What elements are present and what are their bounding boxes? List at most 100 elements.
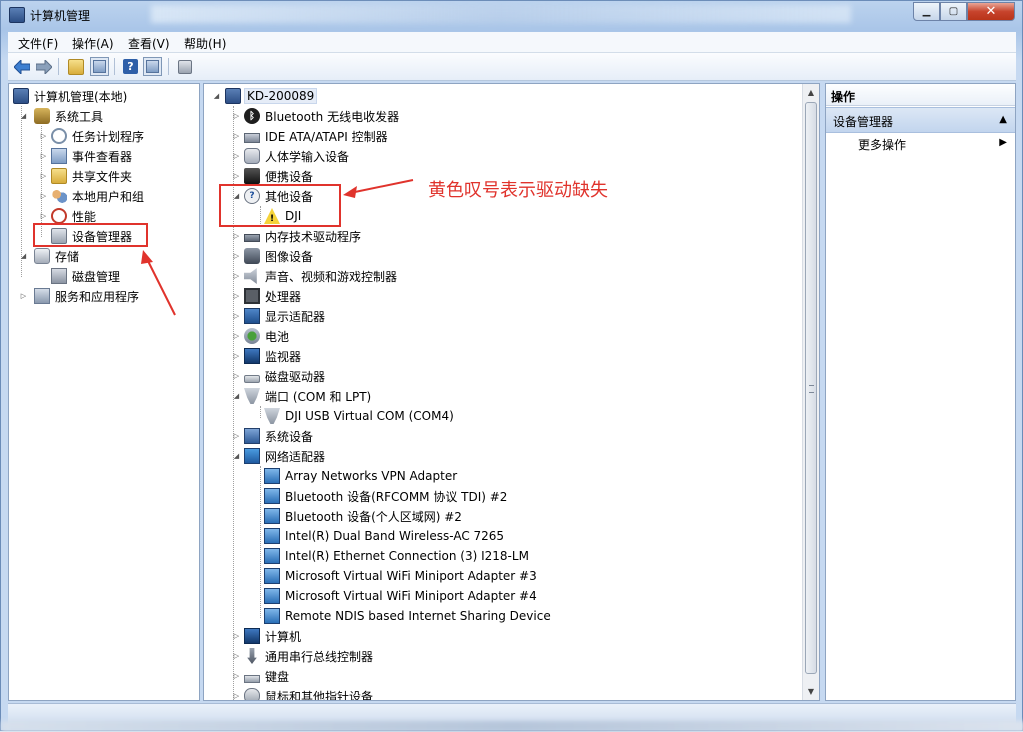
device-category-label: 便携设备 <box>265 169 314 184</box>
network-adapter-item[interactable]: Bluetooth 设备(个人区域网) #2 <box>264 506 464 526</box>
network-adapter-item[interactable]: Microsoft Virtual WiFi Miniport Adapter … <box>264 566 539 586</box>
expand-icon[interactable]: ▷ <box>39 192 48 201</box>
scan-hardware-button[interactable] <box>175 57 194 76</box>
tree-event-viewer[interactable]: ▷ 事件查看器 <box>39 146 134 166</box>
network-adapter-item[interactable]: Array Networks VPN Adapter <box>264 466 459 486</box>
scroll-up-icon[interactable]: ▲ <box>803 84 819 101</box>
device-category-label: 端口 (COM 和 LPT) <box>265 389 372 404</box>
device-category[interactable]: ▷ 人体学输入设备 <box>232 146 351 166</box>
device-category[interactable]: ▷ ᛒ Bluetooth 无线电收发器 <box>232 106 401 126</box>
expand-icon[interactable]: ▷ <box>232 272 241 281</box>
expand-icon[interactable]: ▷ <box>232 232 241 241</box>
device-category[interactable]: ▷ 便携设备 <box>232 166 315 186</box>
collapse-up-icon[interactable]: ▲ <box>999 114 1007 125</box>
network-adapter-item[interactable]: Remote NDIS based Internet Sharing Devic… <box>264 606 553 626</box>
scroll-down-icon[interactable]: ▼ <box>803 683 819 700</box>
tree-task-scheduler[interactable]: ▷ 任务计划程序 <box>39 126 146 146</box>
expand-icon[interactable]: ▷ <box>232 632 241 641</box>
up-level-button[interactable] <box>66 57 85 76</box>
device-category-label: 鼠标和其他指针设备 <box>265 689 374 701</box>
tree-system-tools[interactable]: ◢ 系统工具 <box>19 106 105 126</box>
expand-icon[interactable]: ▷ <box>232 172 241 181</box>
expand-icon[interactable]: ▷ <box>39 152 48 161</box>
device-category-ports[interactable]: ◢ 端口 (COM 和 LPT) <box>232 386 373 406</box>
tree-storage[interactable]: ◢ 存储 <box>19 246 81 266</box>
collapse-icon[interactable]: ◢ <box>19 252 28 261</box>
device-root-label: KD-200089 <box>244 88 318 104</box>
expand-icon[interactable]: ▷ <box>232 152 241 161</box>
tree-shared-folders[interactable]: ▷ 共享文件夹 <box>39 166 134 186</box>
menu-action[interactable]: 操作(A) <box>72 35 114 52</box>
network-adapter-item[interactable]: Intel(R) Ethernet Connection (3) I218-LM <box>264 546 531 566</box>
network-adapter-icon <box>264 528 280 544</box>
network-adapter-icon <box>264 548 280 564</box>
tree-disk-management[interactable]: 磁盘管理 <box>51 266 122 286</box>
device-category[interactable]: ▷ 声音、视频和游戏控制器 <box>232 266 399 286</box>
collapse-icon[interactable]: ◢ <box>212 92 221 101</box>
expand-icon[interactable]: ▷ <box>19 292 28 301</box>
device-category[interactable]: ▷ 通用串行总线控制器 <box>232 646 375 666</box>
menu-file[interactable]: 文件(F) <box>18 35 58 52</box>
minimize-button[interactable]: ▁ <box>913 2 940 21</box>
back-button[interactable] <box>12 57 31 76</box>
expand-icon[interactable]: ▷ <box>232 112 241 121</box>
window-title: 计算机管理 <box>30 9 91 23</box>
mouse-icon <box>244 688 260 700</box>
device-category[interactable]: ▷ 图像设备 <box>232 246 315 266</box>
maximize-button[interactable]: ▢ <box>940 2 967 21</box>
device-category[interactable]: ▷ 内存技术驱动程序 <box>232 226 363 246</box>
device-category[interactable]: ▷ 键盘 <box>232 666 291 686</box>
expand-icon[interactable]: ▷ <box>232 672 241 681</box>
title-bar[interactable]: 计算机管理 ▁ ▢ ✕ <box>1 1 1022 29</box>
expand-icon[interactable]: ▷ <box>232 372 241 381</box>
expand-icon[interactable]: ▷ <box>232 312 241 321</box>
expand-icon[interactable]: ▷ <box>232 292 241 301</box>
more-actions-link[interactable]: 更多操作 <box>858 136 906 153</box>
portable-device-icon <box>244 168 260 184</box>
tree-root[interactable]: 计算机管理(本地) <box>13 86 129 106</box>
expand-icon[interactable]: ▷ <box>232 352 241 361</box>
memory-icon <box>244 234 260 242</box>
device-category-network[interactable]: ◢ 网络适配器 <box>232 446 327 466</box>
device-category[interactable]: ▷ 显示适配器 <box>232 306 327 326</box>
help-button[interactable]: ? <box>121 57 140 76</box>
network-adapter-item[interactable]: Intel(R) Dual Band Wireless-AC 7265 <box>264 526 506 546</box>
show-hide-tree-button[interactable] <box>90 57 109 76</box>
device-item-label: Bluetooth 设备(RFCOMM 协议 TDI) #2 <box>285 489 508 504</box>
expand-icon[interactable]: ▷ <box>232 132 241 141</box>
network-adapter-item[interactable]: Microsoft Virtual WiFi Miniport Adapter … <box>264 586 539 606</box>
expand-icon[interactable]: ▷ <box>232 432 241 441</box>
vertical-scrollbar[interactable]: ▲ ▼ <box>802 84 819 700</box>
device-category[interactable]: ▷ 计算机 <box>232 626 303 646</box>
collapse-icon[interactable]: ◢ <box>19 112 28 121</box>
menu-view[interactable]: 查看(V) <box>128 35 170 52</box>
menu-help[interactable]: 帮助(H) <box>184 35 226 52</box>
expand-icon[interactable]: ▷ <box>232 652 241 661</box>
collapse-icon[interactable]: ◢ <box>232 452 241 461</box>
forward-button[interactable] <box>34 57 53 76</box>
device-item-com[interactable]: DJI USB Virtual COM (COM4) <box>264 406 456 426</box>
expand-icon[interactable]: ▷ <box>232 692 241 700</box>
device-category[interactable]: ▷ 电池 <box>232 326 291 346</box>
expand-icon[interactable]: ▷ <box>39 132 48 141</box>
collapse-icon[interactable]: ◢ <box>232 392 241 401</box>
expand-icon[interactable]: ▷ <box>39 172 48 181</box>
tree-services[interactable]: ▷ 服务和应用程序 <box>19 286 141 306</box>
device-root[interactable]: ◢ KD-200089 <box>212 86 318 106</box>
actions-section-device-manager[interactable]: 设备管理器 ▲ <box>826 107 1015 133</box>
tree-local-users[interactable]: ▷ 本地用户和组 <box>39 186 146 206</box>
expand-icon[interactable]: ▷ <box>232 332 241 341</box>
network-adapter-item[interactable]: Bluetooth 设备(RFCOMM 协议 TDI) #2 <box>264 486 509 506</box>
device-category[interactable]: ▷ 监视器 <box>232 346 303 366</box>
device-category[interactable]: ▷ 系统设备 <box>232 426 315 446</box>
actions-pane: 操作 设备管理器 ▲ 更多操作 ▶ <box>825 83 1016 701</box>
expand-icon[interactable]: ▷ <box>39 212 48 221</box>
scroll-thumb[interactable] <box>805 102 817 674</box>
device-category[interactable]: ▷ 磁盘驱动器 <box>232 366 327 386</box>
show-hide-action-pane-button[interactable] <box>143 57 162 76</box>
expand-icon[interactable]: ▷ <box>232 252 241 261</box>
device-category[interactable]: ▷ IDE ATA/ATAPI 控制器 <box>232 126 390 146</box>
device-category[interactable]: ▷ 处理器 <box>232 286 303 306</box>
close-button[interactable]: ✕ <box>967 2 1015 21</box>
device-category[interactable]: ▷ 鼠标和其他指针设备 <box>232 686 375 701</box>
